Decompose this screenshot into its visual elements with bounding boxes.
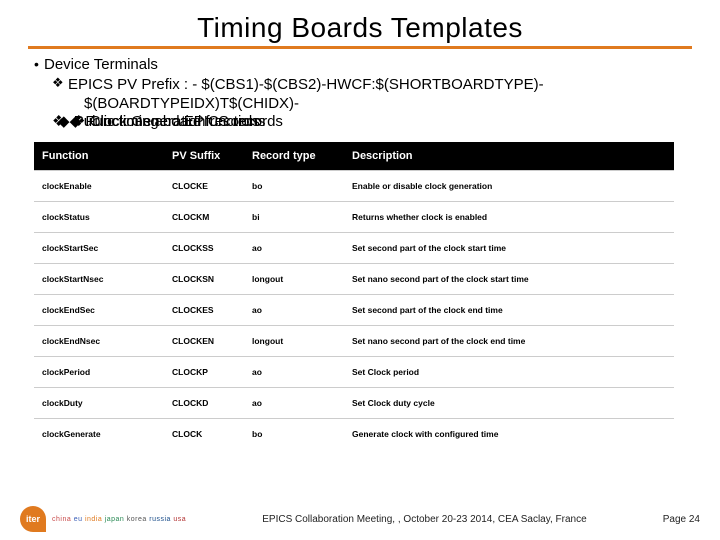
table-cell: CLOCKP [164,356,244,387]
overlapping-lines: ❖ ◆ Functions and EPICS records ◆ Public… [34,112,692,132]
fdiamond-icon: ◆ [58,113,70,130]
table-cell: Enable or disable clock generation [344,170,674,201]
overlap-text-3: Clock Generation records [90,113,260,130]
country-korea: korea [127,516,147,523]
table-cell: CLOCKM [164,201,244,232]
table-cell: CLOCKD [164,387,244,418]
table-cell: Set second part of the clock end time [344,294,674,325]
table-cell: clockDuty [34,387,164,418]
table-cell: bo [244,418,344,449]
slide-title: Timing Boards Templates [28,12,692,44]
table-row: clockEndNsecCLOCKENlongoutSet nano secon… [34,325,674,356]
footer-meeting-text: EPICS Collaboration Meeting, , October 2… [186,514,663,525]
table-cell: CLOCKES [164,294,244,325]
table-cell: Set second part of the clock start time [344,232,674,263]
table-row: clockStatusCLOCKMbiReturns whether clock… [34,201,674,232]
logo-countries: china eu india japan korea russia usa [52,516,186,523]
diamond-icon: ❖ [72,113,85,130]
table-row: clockStartNsecCLOCKSNlongoutSet nano sec… [34,263,674,294]
table-cell: clockPeriod [34,356,164,387]
table-body: clockEnableCLOCKEboEnable or disable clo… [34,170,674,449]
country-russia: russia [149,516,171,523]
table-header-row: Function PV Suffix Record type Descripti… [34,142,674,171]
table-row: clockStartSecCLOCKSSaoSet second part of… [34,232,674,263]
table-cell: clockGenerate [34,418,164,449]
bullet-l1: • Device Terminals [34,55,692,75]
th-function: Function [34,142,164,171]
table-row: clockGenerateCLOCKboGenerate clock with … [34,418,674,449]
table-cell: Set nano second part of the clock end ti… [344,325,674,356]
diamond-icon: ❖ [52,75,68,92]
table-head: Function PV Suffix Record type Descripti… [34,142,674,171]
table-cell: CLOCKSN [164,263,244,294]
country-usa: usa [173,516,186,523]
bullet-l1-text: Device Terminals [44,55,158,75]
table-cell: ao [244,232,344,263]
bullet-icon: • [34,55,44,73]
table-cell: clockStartNsec [34,263,164,294]
bullet-l2a: ❖ EPICS PV Prefix : - $(CBS1)-$(CBS2)-HW… [34,75,692,95]
table-cell: CLOCK [164,418,244,449]
table-cell: clockStartSec [34,232,164,263]
overlap-line-3: ❖ Clock Generation records [72,112,260,130]
table-cell: CLOCKEN [164,325,244,356]
page-number: Page 24 [663,514,700,525]
table-cell: ao [244,387,344,418]
th-pvsuffix: PV Suffix [164,142,244,171]
footer: iter china eu india japan korea russia u… [0,506,720,532]
content-area: • Device Terminals ❖ EPICS PV Prefix : -… [28,55,692,449]
table-cell: longout [244,325,344,356]
table-cell: Set nano second part of the clock start … [344,263,674,294]
table-cell: Set Clock period [344,356,674,387]
title-underline [28,46,692,49]
table-row: clockPeriodCLOCKPaoSet Clock period [34,356,674,387]
table-row: clockEnableCLOCKEboEnable or disable clo… [34,170,674,201]
table-cell: Generate clock with configured time [344,418,674,449]
table-cell: ao [244,356,344,387]
table-cell: Returns whether clock is enabled [344,201,674,232]
table-cell: Set Clock duty cycle [344,387,674,418]
logo-block: iter china eu india japan korea russia u… [20,506,186,532]
table-cell: CLOCKE [164,170,244,201]
table-row: clockEndSecCLOCKESaoSet second part of t… [34,294,674,325]
th-recordtype: Record type [244,142,344,171]
table-cell: clockStatus [34,201,164,232]
country-india: india [85,516,102,523]
table-cell: clockEnable [34,170,164,201]
slide: Timing Boards Templates • Device Termina… [0,0,720,540]
bullet-l2a-text: EPICS PV Prefix : - $(CBS1)-$(CBS2)-HWCF… [68,75,544,95]
country-china: china [52,516,71,523]
table-row: clockDutyCLOCKDaoSet Clock duty cycle [34,387,674,418]
table-cell: clockEndSec [34,294,164,325]
table-cell: bo [244,170,344,201]
table-cell: ao [244,294,344,325]
iter-logo-icon: iter [20,506,46,532]
table-cell: bi [244,201,344,232]
country-eu: eu [74,516,83,523]
table-cell: longout [244,263,344,294]
table-cell: clockEndNsec [34,325,164,356]
table-cell: CLOCKSS [164,232,244,263]
records-table: Function PV Suffix Record type Descripti… [34,142,674,449]
th-description: Description [344,142,674,171]
country-japan: japan [105,516,125,523]
